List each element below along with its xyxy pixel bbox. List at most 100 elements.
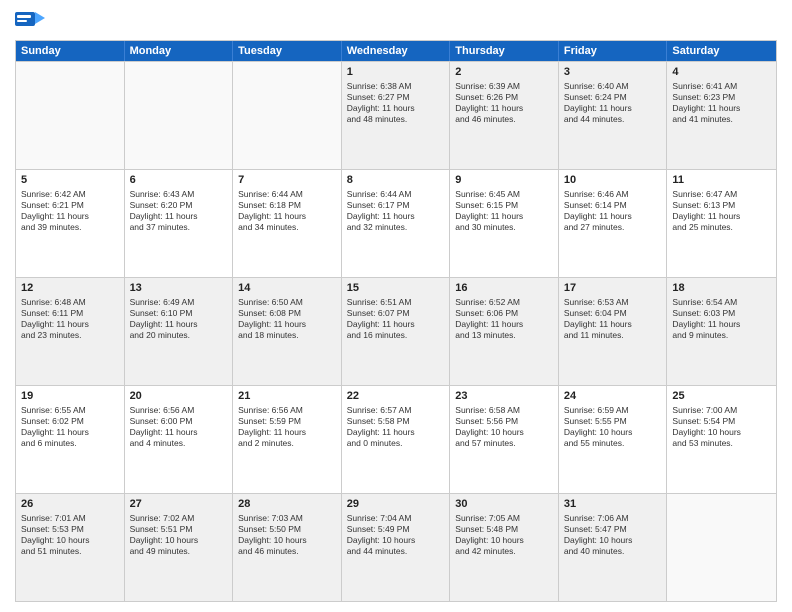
cell-info-16: Sunrise: 6:52 AM Sunset: 6:06 PM Dayligh…	[455, 297, 553, 341]
calendar-cell-20: 20Sunrise: 6:56 AM Sunset: 6:00 PM Dayli…	[125, 386, 234, 493]
cell-info-31: Sunrise: 7:06 AM Sunset: 5:47 PM Dayligh…	[564, 513, 662, 557]
calendar-row-2: 5Sunrise: 6:42 AM Sunset: 6:21 PM Daylig…	[16, 169, 776, 277]
day-number-25: 25	[672, 389, 771, 404]
day-number-31: 31	[564, 497, 662, 512]
day-number-17: 17	[564, 281, 662, 296]
cell-info-22: Sunrise: 6:57 AM Sunset: 5:58 PM Dayligh…	[347, 405, 445, 449]
cell-info-11: Sunrise: 6:47 AM Sunset: 6:13 PM Dayligh…	[672, 189, 771, 233]
cell-info-10: Sunrise: 6:46 AM Sunset: 6:14 PM Dayligh…	[564, 189, 662, 233]
day-number-20: 20	[130, 389, 228, 404]
calendar-cell-17: 17Sunrise: 6:53 AM Sunset: 6:04 PM Dayli…	[559, 278, 668, 385]
calendar-cell-empty-0-1	[125, 62, 234, 169]
calendar-cell-9: 9Sunrise: 6:45 AM Sunset: 6:15 PM Daylig…	[450, 170, 559, 277]
calendar-cell-11: 11Sunrise: 6:47 AM Sunset: 6:13 PM Dayli…	[667, 170, 776, 277]
day-number-29: 29	[347, 497, 445, 512]
cell-info-3: Sunrise: 6:40 AM Sunset: 6:24 PM Dayligh…	[564, 81, 662, 125]
day-header-saturday: Saturday	[667, 41, 776, 61]
day-number-18: 18	[672, 281, 771, 296]
calendar-cell-4: 4Sunrise: 6:41 AM Sunset: 6:23 PM Daylig…	[667, 62, 776, 169]
day-header-thursday: Thursday	[450, 41, 559, 61]
day-number-6: 6	[130, 173, 228, 188]
day-number-24: 24	[564, 389, 662, 404]
cell-info-2: Sunrise: 6:39 AM Sunset: 6:26 PM Dayligh…	[455, 81, 553, 125]
cell-info-1: Sunrise: 6:38 AM Sunset: 6:27 PM Dayligh…	[347, 81, 445, 125]
cell-info-24: Sunrise: 6:59 AM Sunset: 5:55 PM Dayligh…	[564, 405, 662, 449]
calendar-cell-10: 10Sunrise: 6:46 AM Sunset: 6:14 PM Dayli…	[559, 170, 668, 277]
day-number-21: 21	[238, 389, 336, 404]
calendar-cell-16: 16Sunrise: 6:52 AM Sunset: 6:06 PM Dayli…	[450, 278, 559, 385]
calendar-cell-empty-4-6	[667, 494, 776, 601]
calendar: SundayMondayTuesdayWednesdayThursdayFrid…	[15, 40, 777, 602]
calendar-cell-29: 29Sunrise: 7:04 AM Sunset: 5:49 PM Dayli…	[342, 494, 451, 601]
cell-info-26: Sunrise: 7:01 AM Sunset: 5:53 PM Dayligh…	[21, 513, 119, 557]
day-number-11: 11	[672, 173, 771, 188]
day-header-tuesday: Tuesday	[233, 41, 342, 61]
day-number-8: 8	[347, 173, 445, 188]
calendar-cell-21: 21Sunrise: 6:56 AM Sunset: 5:59 PM Dayli…	[233, 386, 342, 493]
page: SundayMondayTuesdayWednesdayThursdayFrid…	[0, 0, 792, 612]
calendar-cell-31: 31Sunrise: 7:06 AM Sunset: 5:47 PM Dayli…	[559, 494, 668, 601]
day-number-1: 1	[347, 65, 445, 80]
calendar-cell-3: 3Sunrise: 6:40 AM Sunset: 6:24 PM Daylig…	[559, 62, 668, 169]
calendar-cell-30: 30Sunrise: 7:05 AM Sunset: 5:48 PM Dayli…	[450, 494, 559, 601]
cell-info-23: Sunrise: 6:58 AM Sunset: 5:56 PM Dayligh…	[455, 405, 553, 449]
cell-info-25: Sunrise: 7:00 AM Sunset: 5:54 PM Dayligh…	[672, 405, 771, 449]
day-number-16: 16	[455, 281, 553, 296]
calendar-cell-13: 13Sunrise: 6:49 AM Sunset: 6:10 PM Dayli…	[125, 278, 234, 385]
day-number-30: 30	[455, 497, 553, 512]
calendar-cell-2: 2Sunrise: 6:39 AM Sunset: 6:26 PM Daylig…	[450, 62, 559, 169]
cell-info-15: Sunrise: 6:51 AM Sunset: 6:07 PM Dayligh…	[347, 297, 445, 341]
calendar-cell-26: 26Sunrise: 7:01 AM Sunset: 5:53 PM Dayli…	[16, 494, 125, 601]
day-number-3: 3	[564, 65, 662, 80]
day-header-sunday: Sunday	[16, 41, 125, 61]
day-number-22: 22	[347, 389, 445, 404]
calendar-cell-23: 23Sunrise: 6:58 AM Sunset: 5:56 PM Dayli…	[450, 386, 559, 493]
calendar-cell-22: 22Sunrise: 6:57 AM Sunset: 5:58 PM Dayli…	[342, 386, 451, 493]
header	[15, 10, 777, 32]
cell-info-20: Sunrise: 6:56 AM Sunset: 6:00 PM Dayligh…	[130, 405, 228, 449]
day-number-7: 7	[238, 173, 336, 188]
calendar-header: SundayMondayTuesdayWednesdayThursdayFrid…	[16, 41, 776, 61]
calendar-cell-8: 8Sunrise: 6:44 AM Sunset: 6:17 PM Daylig…	[342, 170, 451, 277]
calendar-cell-empty-0-2	[233, 62, 342, 169]
day-number-2: 2	[455, 65, 553, 80]
cell-info-8: Sunrise: 6:44 AM Sunset: 6:17 PM Dayligh…	[347, 189, 445, 233]
day-number-19: 19	[21, 389, 119, 404]
day-number-14: 14	[238, 281, 336, 296]
calendar-cell-12: 12Sunrise: 6:48 AM Sunset: 6:11 PM Dayli…	[16, 278, 125, 385]
day-number-15: 15	[347, 281, 445, 296]
cell-info-27: Sunrise: 7:02 AM Sunset: 5:51 PM Dayligh…	[130, 513, 228, 557]
calendar-cell-7: 7Sunrise: 6:44 AM Sunset: 6:18 PM Daylig…	[233, 170, 342, 277]
calendar-cell-14: 14Sunrise: 6:50 AM Sunset: 6:08 PM Dayli…	[233, 278, 342, 385]
day-header-wednesday: Wednesday	[342, 41, 451, 61]
calendar-cell-5: 5Sunrise: 6:42 AM Sunset: 6:21 PM Daylig…	[16, 170, 125, 277]
cell-info-6: Sunrise: 6:43 AM Sunset: 6:20 PM Dayligh…	[130, 189, 228, 233]
cell-info-28: Sunrise: 7:03 AM Sunset: 5:50 PM Dayligh…	[238, 513, 336, 557]
calendar-row-1: 1Sunrise: 6:38 AM Sunset: 6:27 PM Daylig…	[16, 61, 776, 169]
day-number-9: 9	[455, 173, 553, 188]
calendar-row-3: 12Sunrise: 6:48 AM Sunset: 6:11 PM Dayli…	[16, 277, 776, 385]
cell-info-29: Sunrise: 7:04 AM Sunset: 5:49 PM Dayligh…	[347, 513, 445, 557]
day-number-28: 28	[238, 497, 336, 512]
cell-info-21: Sunrise: 6:56 AM Sunset: 5:59 PM Dayligh…	[238, 405, 336, 449]
logo-icon	[15, 10, 45, 32]
day-number-10: 10	[564, 173, 662, 188]
day-number-12: 12	[21, 281, 119, 296]
day-number-4: 4	[672, 65, 771, 80]
calendar-cell-24: 24Sunrise: 6:59 AM Sunset: 5:55 PM Dayli…	[559, 386, 668, 493]
calendar-cell-27: 27Sunrise: 7:02 AM Sunset: 5:51 PM Dayli…	[125, 494, 234, 601]
day-number-23: 23	[455, 389, 553, 404]
calendar-cell-6: 6Sunrise: 6:43 AM Sunset: 6:20 PM Daylig…	[125, 170, 234, 277]
cell-info-30: Sunrise: 7:05 AM Sunset: 5:48 PM Dayligh…	[455, 513, 553, 557]
calendar-cell-1: 1Sunrise: 6:38 AM Sunset: 6:27 PM Daylig…	[342, 62, 451, 169]
day-header-friday: Friday	[559, 41, 668, 61]
calendar-cell-15: 15Sunrise: 6:51 AM Sunset: 6:07 PM Dayli…	[342, 278, 451, 385]
day-number-27: 27	[130, 497, 228, 512]
calendar-cell-19: 19Sunrise: 6:55 AM Sunset: 6:02 PM Dayli…	[16, 386, 125, 493]
cell-info-13: Sunrise: 6:49 AM Sunset: 6:10 PM Dayligh…	[130, 297, 228, 341]
calendar-cell-18: 18Sunrise: 6:54 AM Sunset: 6:03 PM Dayli…	[667, 278, 776, 385]
calendar-cell-28: 28Sunrise: 7:03 AM Sunset: 5:50 PM Dayli…	[233, 494, 342, 601]
cell-info-12: Sunrise: 6:48 AM Sunset: 6:11 PM Dayligh…	[21, 297, 119, 341]
calendar-row-5: 26Sunrise: 7:01 AM Sunset: 5:53 PM Dayli…	[16, 493, 776, 601]
cell-info-9: Sunrise: 6:45 AM Sunset: 6:15 PM Dayligh…	[455, 189, 553, 233]
